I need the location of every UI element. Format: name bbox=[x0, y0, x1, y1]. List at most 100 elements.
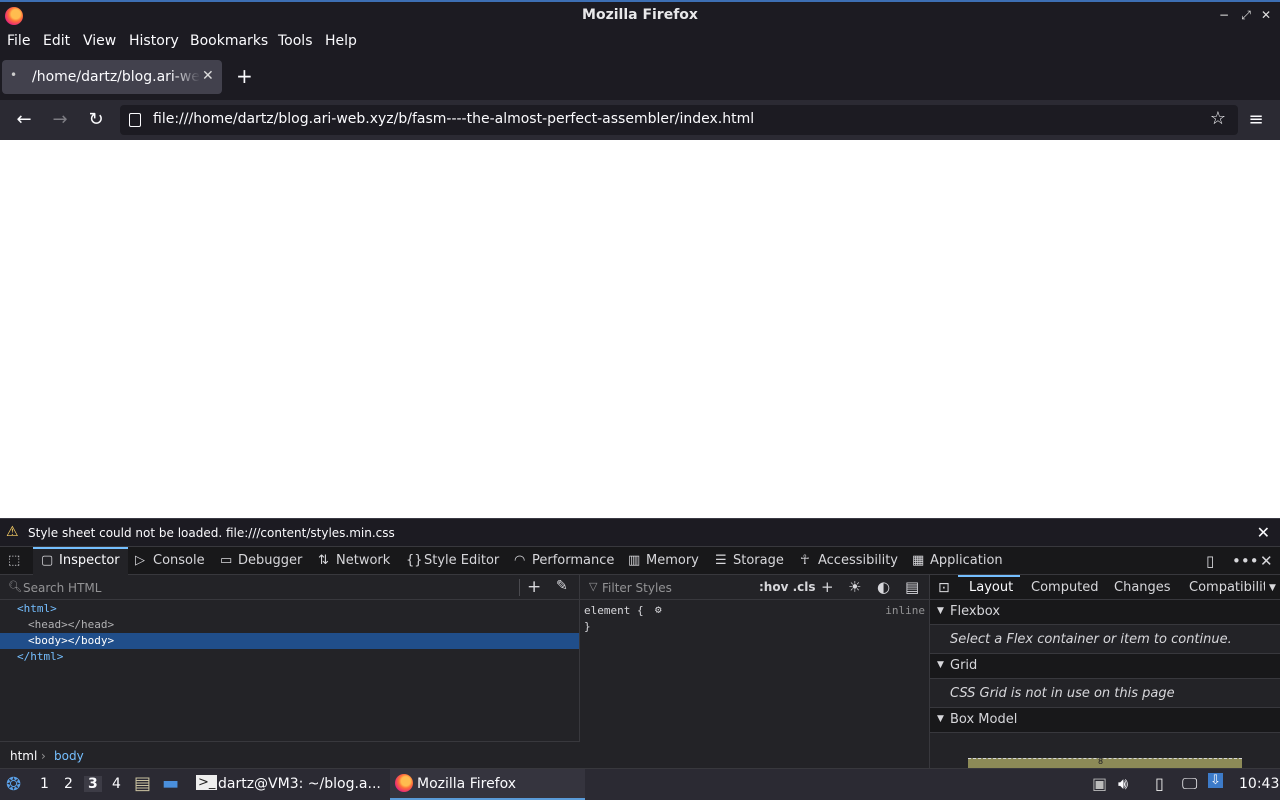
tab-debugger[interactable]: ▭ Debugger bbox=[220, 547, 302, 575]
terminal-icon: >_ bbox=[196, 775, 218, 790]
tab-accessibility[interactable]: ☥ Accessibility bbox=[800, 547, 898, 575]
close-notification-icon[interactable]: ✕ bbox=[1257, 523, 1270, 542]
box-model-margin-value: 8 bbox=[1098, 757, 1104, 766]
browser-tab[interactable]: • /home/dartz/blog.ari-web.xyz/b/fasm---… bbox=[2, 60, 222, 94]
dark-scheme-icon[interactable]: ◐ bbox=[877, 578, 890, 596]
back-button[interactable]: ← bbox=[12, 109, 36, 130]
node-html-close[interactable]: </html> bbox=[17, 650, 63, 666]
start-menu-icon[interactable]: ❂ bbox=[6, 774, 21, 795]
tab-compatibility[interactable]: Compatibility bbox=[1189, 580, 1265, 595]
close-tab-icon[interactable]: ✕ bbox=[202, 68, 214, 84]
expand-triangle-icon: ▼ bbox=[937, 714, 944, 724]
workspace-1[interactable]: 1 bbox=[40, 776, 49, 792]
performance-icon: ◠ bbox=[514, 553, 526, 568]
pseudo-class-toggle[interactable]: :hov .cls bbox=[759, 580, 816, 594]
filter-icon: ▽ bbox=[589, 580, 598, 593]
tab-console[interactable]: ▷ Console bbox=[135, 547, 205, 575]
box-model-margin[interactable]: 8 bbox=[968, 757, 1242, 768]
toggle-sidebar-icon[interactable]: ⊡ bbox=[938, 580, 950, 596]
add-rule-icon[interactable]: + bbox=[821, 578, 834, 596]
tab-style-editor[interactable]: {}Style Editor bbox=[406, 547, 499, 575]
style-editor-icon: {} bbox=[406, 553, 423, 568]
more-options-icon[interactable]: ••• bbox=[1232, 552, 1259, 570]
rule-selector[interactable]: element { bbox=[584, 604, 644, 617]
tab-changes[interactable]: Changes bbox=[1114, 580, 1171, 595]
tab-network[interactable]: ⇅ Network bbox=[318, 547, 390, 575]
section-box-model[interactable]: ▼ Box Model bbox=[930, 708, 1280, 733]
taskbar-firefox-window[interactable]: Mozilla Firefox bbox=[390, 769, 585, 800]
node-head[interactable]: <head></head> bbox=[28, 618, 114, 634]
tabs-overflow-chevron-icon[interactable]: ▼ bbox=[1269, 583, 1276, 593]
url-bar[interactable]: file:///home/dartz/blog.ari-web.xyz/b/fa… bbox=[120, 105, 1238, 135]
section-flexbox[interactable]: ▼ Flexbox bbox=[930, 600, 1280, 625]
workspace-4[interactable]: 4 bbox=[112, 776, 121, 792]
rule-source[interactable]: inline bbox=[885, 604, 925, 617]
rule-settings-icon[interactable]: ⚙ bbox=[655, 603, 662, 616]
tab-computed[interactable]: Computed bbox=[1031, 580, 1099, 595]
url-text[interactable]: file:///home/dartz/blog.ari-web.xyz/b/fa… bbox=[153, 111, 754, 127]
node-body[interactable]: <body></body> bbox=[0, 633, 579, 649]
print-media-icon[interactable]: ▤ bbox=[905, 578, 919, 596]
node-html-open[interactable]: <html> bbox=[17, 602, 57, 618]
volume-icon[interactable]: 🔊︎ bbox=[1118, 774, 1128, 794]
breadcrumb-html[interactable]: html bbox=[10, 749, 37, 763]
forward-button[interactable]: → bbox=[48, 109, 72, 130]
navigation-toolbar: ← → ↻ file:///home/dartz/blog.ari-web.xy… bbox=[0, 100, 1280, 140]
clock[interactable]: 10:43 bbox=[1239, 776, 1279, 792]
update-notifier-icon[interactable]: ⇩ bbox=[1208, 773, 1223, 788]
expand-triangle-icon: ▼ bbox=[937, 660, 944, 670]
minimize-icon[interactable]: − bbox=[1217, 8, 1231, 22]
new-tab-button[interactable]: + bbox=[236, 64, 253, 88]
menu-help[interactable]: Help bbox=[325, 33, 357, 49]
memory-icon: ▥ bbox=[628, 553, 641, 568]
file-manager-icon[interactable]: ▤ bbox=[134, 773, 151, 794]
maximize-icon[interactable]: ⤢ bbox=[1239, 8, 1253, 23]
network-tray-icon[interactable]: 🖵︎ bbox=[1182, 774, 1197, 794]
page-content[interactable] bbox=[0, 140, 1280, 518]
stylesheet-error-notification: ⚠ Style sheet could not be loaded. file:… bbox=[0, 518, 1280, 546]
tab-layout[interactable]: Layout bbox=[969, 580, 1013, 595]
rules-view: ▽ Filter Styles :hov .cls + ☀ ◐ ▤ elemen… bbox=[580, 575, 930, 768]
workspace-3[interactable]: 3 bbox=[84, 776, 102, 792]
tab-memory[interactable]: ▥ Memory bbox=[628, 547, 699, 575]
search-icon: 🔍︎ bbox=[8, 580, 22, 593]
menu-tools[interactable]: Tools bbox=[278, 33, 313, 49]
taskbar-terminal-window[interactable]: >_ dartz@VM3: ~/blog.a... bbox=[190, 769, 386, 800]
expand-triangle-icon: ▼ bbox=[937, 606, 944, 616]
markup-search-bar: 🔍︎ Search HTML + ✎ bbox=[0, 575, 580, 600]
dock-side-icon[interactable]: ▯ bbox=[1206, 552, 1214, 570]
add-node-icon[interactable]: + bbox=[527, 577, 541, 597]
tab-inspector[interactable]: ▢ Inspector bbox=[33, 547, 128, 575]
breadcrumb-body[interactable]: body bbox=[54, 749, 84, 763]
accessibility-icon: ☥ bbox=[800, 553, 810, 568]
window-title: Mozilla Firefox bbox=[582, 7, 698, 23]
filter-styles-input[interactable]: Filter Styles bbox=[602, 581, 672, 595]
eyedropper-icon[interactable]: ✎ bbox=[556, 578, 568, 594]
section-grid[interactable]: ▼ Grid bbox=[930, 654, 1280, 679]
menu-file[interactable]: File bbox=[7, 33, 30, 49]
element-picker-icon[interactable]: ⬚ bbox=[8, 547, 26, 575]
tab-performance[interactable]: ◠ Performance bbox=[514, 547, 614, 575]
menu-bar: File Edit View History Bookmarks Tools H… bbox=[0, 30, 1280, 54]
warning-icon: ⚠ bbox=[6, 524, 19, 540]
menu-edit[interactable]: Edit bbox=[43, 33, 70, 49]
breadcrumb-separator-icon: › bbox=[41, 749, 46, 763]
menu-bookmarks[interactable]: Bookmarks bbox=[190, 33, 268, 49]
clipboard-icon[interactable]: ▯ bbox=[1155, 774, 1164, 793]
menu-view[interactable]: View bbox=[83, 33, 116, 49]
app-menu-icon[interactable]: ≡ bbox=[1244, 109, 1268, 130]
close-window-icon[interactable]: ✕ bbox=[1259, 8, 1273, 22]
tray-app-icon[interactable]: ▣ bbox=[1092, 774, 1107, 793]
desktop-icon[interactable]: ▬ bbox=[162, 773, 179, 794]
bookmark-star-icon[interactable]: ☆ bbox=[1210, 108, 1226, 129]
tab-storage[interactable]: ☰ Storage bbox=[715, 547, 784, 575]
search-html-input[interactable]: Search HTML bbox=[23, 581, 101, 595]
workspace-2[interactable]: 2 bbox=[64, 776, 73, 792]
tab-application[interactable]: ▦ Application bbox=[912, 547, 1003, 575]
menu-history[interactable]: History bbox=[129, 33, 179, 49]
reload-button[interactable]: ↻ bbox=[84, 109, 108, 130]
debugger-icon: ▭ bbox=[220, 553, 233, 568]
firefox-icon bbox=[395, 774, 413, 792]
close-devtools-icon[interactable]: ✕ bbox=[1260, 552, 1273, 570]
light-scheme-icon[interactable]: ☀ bbox=[848, 578, 861, 596]
